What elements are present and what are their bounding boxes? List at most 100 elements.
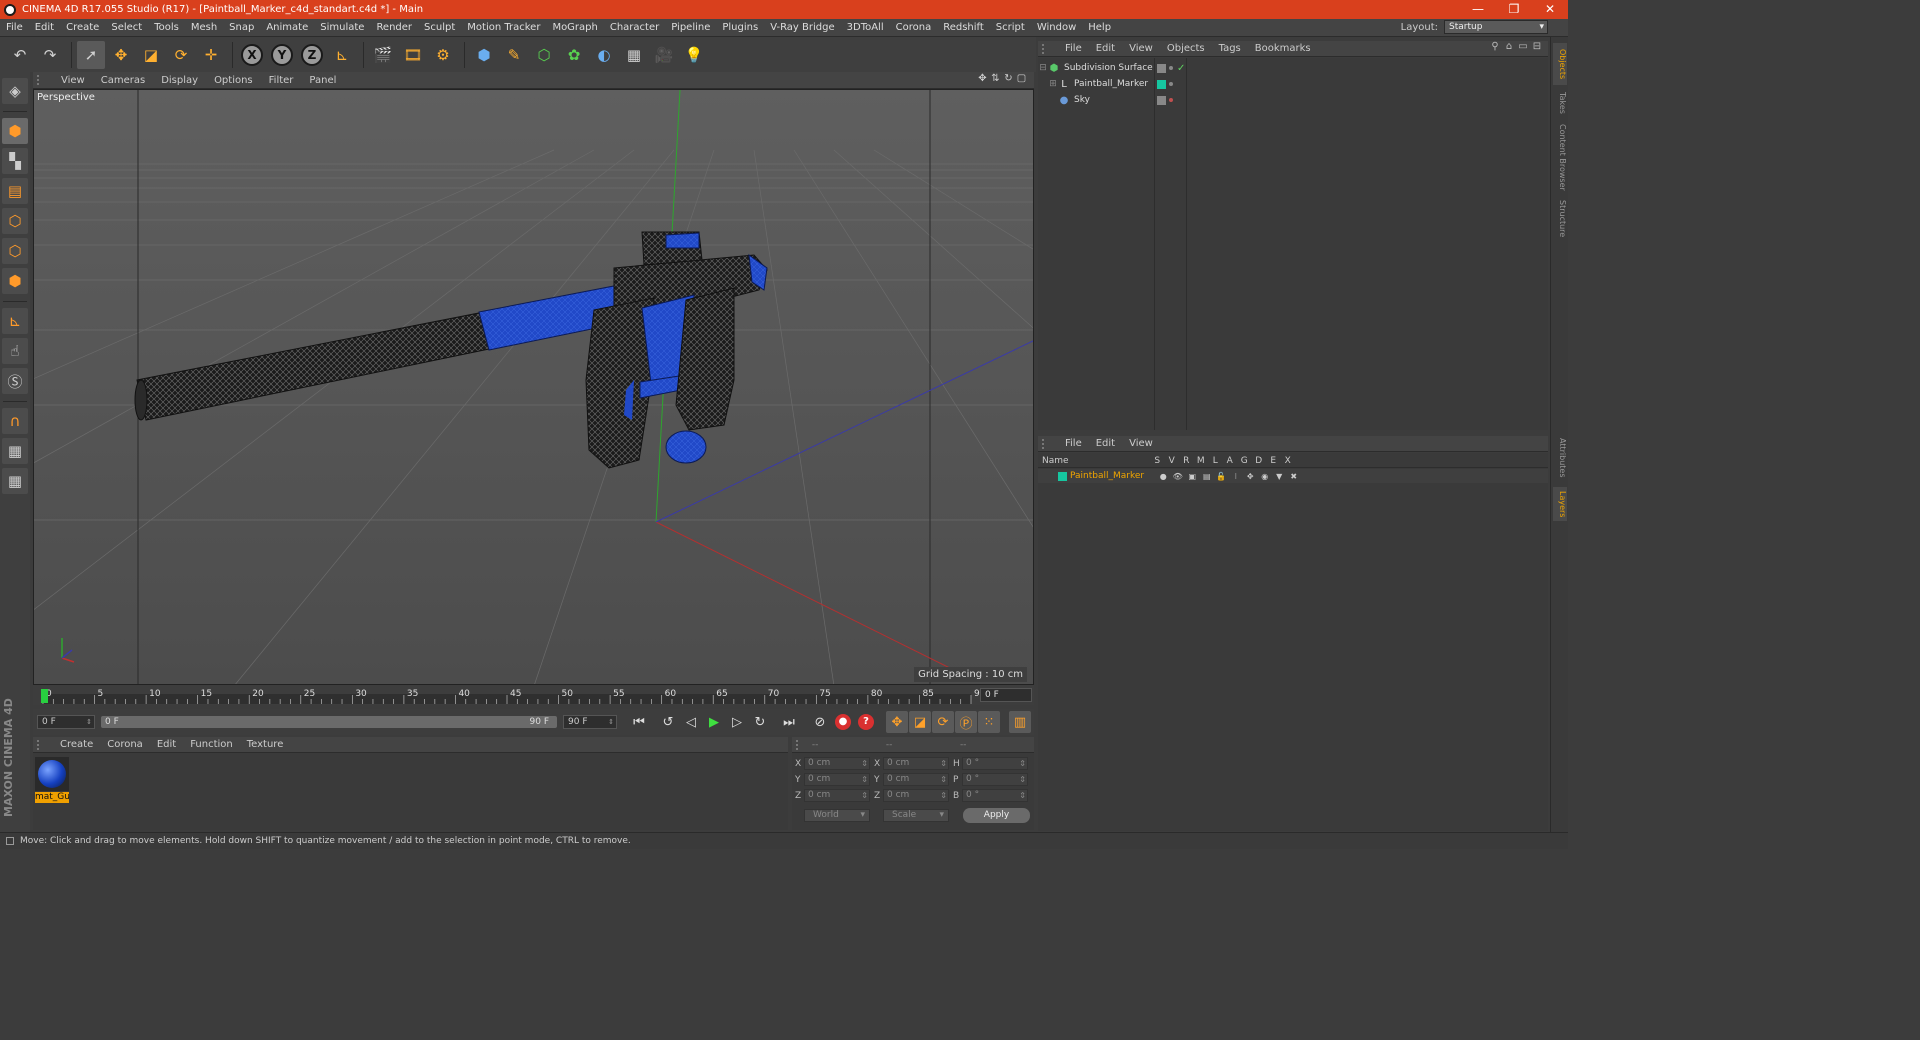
record-active-objects-button[interactable]: ● — [832, 711, 854, 733]
cloner-icon[interactable]: ✿ — [560, 41, 588, 69]
workplane-lock-icon[interactable]: ▦ — [2, 438, 28, 464]
rotate-tool-icon[interactable]: ⟳ — [167, 41, 195, 69]
layer-col-render[interactable]: R — [1179, 456, 1194, 466]
layer-xref-icon[interactable]: ✖ — [1287, 472, 1302, 481]
close-button[interactable]: ✕ — [1532, 0, 1568, 19]
visibility-dot[interactable] — [1169, 98, 1173, 102]
layer-animation-icon[interactable]: ⁝ — [1229, 472, 1244, 481]
tab-structure[interactable]: Structure — [1553, 197, 1567, 241]
render-picture-viewer-icon[interactable]: 🎞 — [399, 41, 427, 69]
position-z-field[interactable]: 0 cm — [804, 789, 870, 802]
object-name[interactable]: Paintball_Marker — [1074, 79, 1148, 89]
coordinate-system-icon[interactable]: ⊾ — [328, 41, 356, 69]
viewport-menu-view[interactable]: View — [53, 75, 93, 86]
object-name[interactable]: Subdivision Surface — [1064, 63, 1153, 73]
tab-content-browser[interactable]: Content Browser — [1553, 121, 1567, 193]
layer-chip[interactable] — [1157, 63, 1166, 73]
layer-col-generators[interactable]: G — [1237, 456, 1252, 466]
object-row-sky[interactable]: ● Sky — [1038, 92, 1548, 108]
deformer-icon[interactable]: ◐ — [590, 41, 618, 69]
solo-mode-icon[interactable]: Ⓢ — [2, 368, 28, 394]
object-menu-file[interactable]: File — [1058, 43, 1089, 54]
key-scale-icon[interactable]: ◪ — [909, 711, 931, 733]
menu-character[interactable]: Character — [604, 22, 665, 33]
layer-name[interactable]: Paintball_Marker — [1070, 471, 1156, 481]
menu-sculpt[interactable]: Sculpt — [418, 22, 461, 33]
menu-file[interactable]: File — [0, 22, 29, 33]
expand-panel-icon[interactable]: ⊟ — [1530, 41, 1544, 52]
timeline-playhead[interactable] — [41, 689, 48, 703]
apply-button[interactable]: Apply — [963, 808, 1030, 823]
viewport-camera-label[interactable]: Perspective — [37, 92, 95, 103]
start-frame-field[interactable]: 0 F ⇕ — [37, 715, 95, 729]
layer-col-manager[interactable]: M — [1194, 456, 1209, 466]
menu-plugins[interactable]: Plugins — [716, 22, 764, 33]
layer-solo-icon[interactable]: ● — [1156, 472, 1171, 481]
pan-icon[interactable]: ✥ — [976, 73, 989, 84]
layer-render-icon[interactable]: ▣ — [1185, 472, 1200, 481]
snapping-icon[interactable]: ∩ — [2, 408, 28, 434]
undo-button[interactable]: ↶ — [6, 41, 34, 69]
model-mode-icon[interactable]: ⬢ — [2, 118, 28, 144]
record-disabled-icon[interactable]: ⊘ — [809, 711, 831, 733]
panel-grip-icon[interactable] — [37, 75, 45, 85]
material-menu-create[interactable]: Create — [53, 739, 100, 750]
edges-mode-icon[interactable]: ⬡ — [2, 238, 28, 264]
next-key-button[interactable]: ↻ — [749, 711, 771, 733]
layer-manager-icon[interactable]: ▤ — [1200, 472, 1215, 481]
key-parameter-icon[interactable]: Ⓟ — [955, 711, 977, 733]
object-menu-objects[interactable]: Objects — [1160, 43, 1212, 54]
layer-col-xref[interactable]: X — [1281, 456, 1296, 466]
viewport-perspective[interactable]: Perspective Grid Spacing : 10 cm — [33, 89, 1034, 685]
size-mode-dropdown[interactable]: Scale — [883, 809, 949, 822]
visibility-dot[interactable] — [1169, 66, 1173, 70]
go-to-start-button[interactable]: ⏮ — [628, 711, 650, 733]
home-icon[interactable]: ⌂ — [1502, 41, 1516, 52]
search-icon[interactable]: ⚲ — [1488, 41, 1502, 52]
orbit-icon[interactable]: ↻ — [1002, 73, 1015, 84]
timeline-ruler[interactable]: 051015202530354045505560657075808590 0 F — [33, 685, 1034, 705]
position-x-field[interactable]: 0 cm — [804, 757, 870, 770]
viewport-menu-panel[interactable]: Panel — [301, 75, 344, 86]
live-selection-icon[interactable]: ➚ — [77, 40, 105, 69]
panel-grip-icon[interactable] — [796, 739, 804, 750]
maximize-button[interactable]: ❐ — [1496, 0, 1532, 19]
timeline-window-icon[interactable]: ▥ — [1009, 711, 1031, 733]
redo-button[interactable]: ↷ — [36, 41, 64, 69]
layer-menu-file[interactable]: File — [1058, 438, 1089, 449]
scale-tool-icon[interactable]: ◪ — [137, 41, 165, 69]
material-thumbnail[interactable]: mat_Gu — [35, 757, 71, 803]
new-view-icon[interactable]: ▭ — [1516, 41, 1530, 52]
menu-animate[interactable]: Animate — [260, 22, 314, 33]
visibility-dot[interactable] — [1169, 82, 1173, 86]
tab-layers[interactable]: Layers — [1553, 487, 1567, 521]
tab-attributes[interactable]: Attributes — [1553, 435, 1567, 481]
object-name[interactable]: Sky — [1074, 95, 1090, 105]
panel-grip-icon[interactable] — [37, 739, 45, 750]
layer-col-expressions[interactable]: E — [1266, 456, 1281, 466]
end-frame-field[interactable]: 90 F ⇕ — [563, 715, 617, 729]
size-x-field[interactable]: 0 cm — [883, 757, 949, 770]
z-axis-lock-button[interactable]: Z — [298, 41, 326, 69]
preview-range-slider[interactable]: 0 F 90 F — [101, 716, 557, 728]
layout-dropdown[interactable]: Startup — [1444, 20, 1548, 34]
move-tool-icon[interactable]: ✥ — [107, 41, 135, 69]
workplane-align-icon[interactable]: ▦ — [2, 468, 28, 494]
spinner-icon[interactable]: ⇕ — [608, 716, 614, 728]
tweak-mode-icon[interactable]: ☝ — [2, 338, 28, 364]
material-menu-corona[interactable]: Corona — [100, 739, 150, 750]
viewport-menu-display[interactable]: Display — [153, 75, 206, 86]
workplane-mode-icon[interactable]: ▤ — [2, 178, 28, 204]
layer-col-deformers[interactable]: D — [1252, 456, 1267, 466]
menu-vray-bridge[interactable]: V-Ray Bridge — [764, 22, 840, 33]
tab-objects[interactable]: Objects — [1553, 43, 1567, 85]
menu-render[interactable]: Render — [370, 22, 418, 33]
object-row-paintball-marker[interactable]: ⊞ L Paintball_Marker — [1038, 76, 1548, 92]
menu-simulate[interactable]: Simulate — [314, 22, 370, 33]
pen-spline-icon[interactable]: ✎ — [500, 41, 528, 69]
key-rotation-icon[interactable]: ⟳ — [932, 711, 954, 733]
layer-col-animation[interactable]: A — [1223, 456, 1238, 466]
layer-deformer-icon[interactable]: ◉ — [1258, 472, 1273, 481]
cube-object-icon[interactable]: ⬢ — [470, 41, 498, 69]
light-object-icon[interactable]: 💡 — [680, 41, 708, 69]
